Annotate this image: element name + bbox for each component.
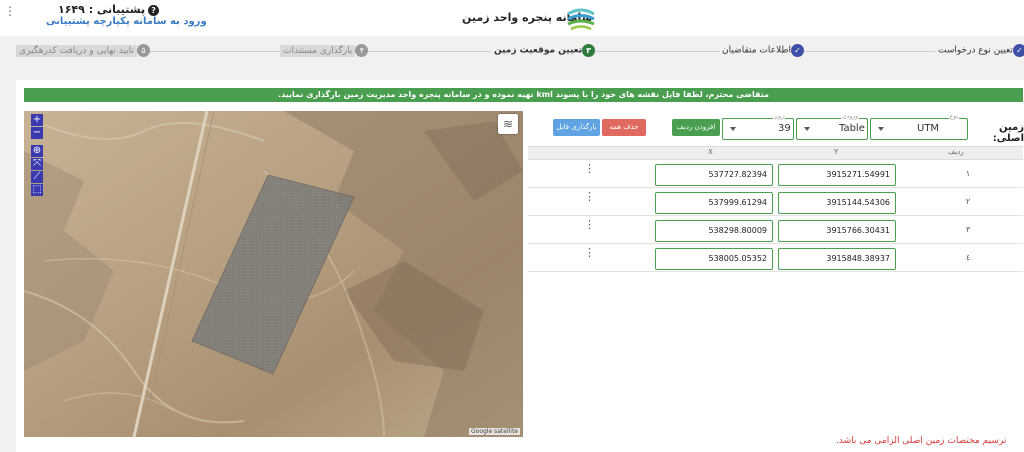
check-icon: ✓ [791,44,805,57]
row-number: ٤ [965,253,971,262]
table-row: ٤ 3915848.38937 538005.05352 ⋮ [528,245,1023,272]
support-phone: ?پشتیبانی : ۱۶۴۹ [58,3,160,16]
step-connector [580,51,720,52]
app-header: ⋮ ?پشتیبانی : ۱۶۴۹ ورود به سامانه یکپارچ… [0,0,1024,36]
step-upload-documents[interactable]: ۴بارگذاری مستندات [280,44,369,58]
row-number: ۲ [965,197,971,206]
step-label: اطلاعات متقاضیان [722,45,792,56]
table-row: ۲ 3915144.54306 537999.61294 ⋮ [528,189,1023,216]
support-phone-text: پشتیبانی : ۱۶۴۹ [58,3,146,16]
row-menu-icon[interactable]: ⋮ [584,191,595,202]
header-row: ردیف [948,148,964,156]
row-number: ۳ [965,225,971,234]
x-input[interactable]: 537999.61294 [655,192,773,214]
map-controls: + − ⊕ ⤧ ⟋ ⬚ [31,114,43,197]
chevron-down-icon [804,127,810,131]
y-input[interactable]: 3915144.54306 [778,192,896,214]
zoom-in-button[interactable]: + [31,114,43,126]
y-input[interactable]: 3915766.30431 [778,220,896,242]
table-header: ردیف Y X [528,146,1023,160]
upload-file-button[interactable]: بارگذاری فایل [553,119,600,136]
input-legend: ورودی [840,113,859,120]
logo [567,8,595,31]
step-applicants[interactable]: ✓اطلاعات متقاضیان [722,44,805,58]
row-number: ۱ [965,169,971,178]
layers-icon[interactable]: ≋ [498,114,518,134]
zoom-out-button[interactable]: − [31,127,43,139]
chevron-down-icon [730,127,736,131]
zone-value: 39 [778,123,791,134]
zone-select[interactable]: زون 39 [722,113,794,140]
step-label: تعیین موقعیت زمین [494,45,583,56]
row-menu-icon[interactable]: ⋮ [584,219,595,230]
input-value: Table [839,123,865,134]
satellite-imagery [24,111,523,437]
step-final-approval[interactable]: ۵تایید نهایی و دریافت کدرهگیری [16,44,150,58]
step-request-type[interactable]: ✓تعیین نوع درخواست [938,44,1024,58]
step-number: ۵ [136,44,150,57]
input-select[interactable]: ورودی Table [796,113,868,140]
row-menu-icon[interactable]: ⋮ [584,247,595,258]
main-land-label: زمین اصلی: [992,122,1024,144]
check-icon: ✓ [1012,44,1024,57]
step-connector [795,51,935,52]
kebab-menu-icon[interactable]: ⋮ [4,5,16,17]
step-label: تعیین نوع درخواست [938,45,1013,56]
x-input[interactable]: 537727.82394 [655,164,773,186]
draw-line-icon[interactable]: ⟋ [31,171,43,183]
step-land-location[interactable]: ۳تعیین موقعیت زمین [494,44,596,58]
step-label: بارگذاری مستندات [280,44,356,57]
y-input[interactable]: 3915848.38937 [778,248,896,270]
question-circle-icon: ? [148,4,160,16]
step-number: ۳ [582,44,596,57]
validation-error: ترسیم مختصات زمین اصلی الزامی می باشد. [836,436,1007,446]
step-connector [140,51,280,52]
row-menu-icon[interactable]: ⋮ [584,163,595,174]
add-row-button[interactable]: افزودن ردیف [672,119,720,136]
chevron-down-icon [878,127,884,131]
compass-icon[interactable]: ⊕ [31,145,43,157]
table-row: ۳ 3915766.30431 538298.80009 ⋮ [528,217,1023,244]
table-row: ۱ 3915271.54991 537727.82394 ⋮ [528,161,1023,188]
zone-legend: زون [772,113,785,120]
type-legend: نوع [948,113,959,120]
header-x: X [708,148,713,156]
delete-all-button[interactable]: حذف همه [602,119,646,136]
type-select[interactable]: نوع UTM [870,113,968,140]
header-y: Y [834,148,839,156]
step-number: ۴ [355,44,369,57]
draw-polygon-icon[interactable]: ⬚ [31,184,43,196]
step-connector [352,51,490,52]
info-banner: متقاضی محترم، لطفا فایل نقشه های خود را … [24,88,1023,102]
support-portal-link[interactable]: ورود به سامانه یکپارچه پشتیبانی [46,16,207,27]
x-input[interactable]: 538005.05352 [655,248,773,270]
fullscreen-icon[interactable]: ⤧ [31,158,43,170]
map-view[interactable]: + − ⊕ ⤧ ⟋ ⬚ ≋ Google satellite [24,111,523,437]
y-input[interactable]: 3915271.54991 [778,164,896,186]
x-input[interactable]: 538298.80009 [655,220,773,242]
map-attribution: Google satellite [469,428,520,435]
type-value: UTM [917,123,940,134]
step-label: تایید نهایی و دریافت کدرهگیری [16,44,137,57]
wizard-steps: ✓تعیین نوع درخواست ✓اطلاعات متقاضیان ۳تع… [0,40,1024,62]
